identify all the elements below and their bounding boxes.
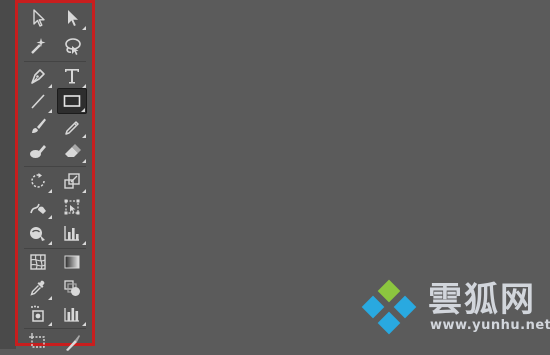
flyout-indicator (48, 322, 52, 326)
flyout-indicator (48, 189, 52, 193)
selection-arrow-icon (33, 9, 45, 27)
gradient-icon (64, 255, 80, 269)
tool-group-divider (24, 61, 86, 62)
blend-icon (64, 280, 80, 296)
paintbrush-icon (32, 118, 46, 133)
tool-row (21, 88, 89, 114)
watermark-url: www.yunhu.net (430, 318, 550, 333)
blob-brush-icon (30, 145, 46, 158)
pen-nib-icon (31, 69, 45, 84)
flyout-indicator (82, 189, 86, 193)
flyout-indicator (48, 296, 52, 300)
tools-panel (18, 3, 92, 351)
tool-row (21, 63, 89, 89)
live-paint-bucket-icon (31, 305, 44, 322)
gradient-tool-button[interactable] (57, 249, 87, 275)
line-segment-icon (31, 94, 45, 109)
direct-selection-tool-button[interactable] (57, 5, 87, 31)
tool-row (21, 220, 89, 246)
lasso-icon (65, 38, 81, 55)
symbol-sprayer-tool-button[interactable] (23, 220, 53, 246)
column-graph-icon (64, 226, 79, 241)
paintbrush-tool-button[interactable] (23, 113, 53, 139)
tool-row (21, 249, 89, 275)
pencil-tool-button[interactable] (57, 113, 87, 139)
left-edge-strip (0, 0, 16, 349)
selection-tool-button[interactable] (23, 5, 53, 31)
type-tool-button[interactable] (57, 63, 87, 89)
eyedropper-icon (30, 280, 45, 296)
rectangle-tool-button[interactable] (57, 88, 87, 114)
column-graph-tool-button[interactable] (57, 220, 87, 246)
site-watermark: 雲狐网 www.yunhu.net (356, 270, 550, 340)
column-graph-alt-tool-button[interactable] (57, 301, 87, 327)
flyout-indicator (48, 215, 52, 219)
artboard-tool-button[interactable] (23, 329, 53, 355)
free-transform-tool-button[interactable] (57, 194, 87, 220)
pencil-icon (65, 121, 79, 135)
type-t-icon (65, 69, 79, 84)
scale-icon (64, 173, 80, 189)
watermark-title: 雲狐网 (428, 280, 536, 320)
tool-row (21, 329, 89, 355)
tool-row (21, 301, 89, 327)
bar-graph-icon (64, 308, 79, 322)
line-segment-tool-button[interactable] (23, 88, 53, 114)
symbol-sprayer-icon (30, 227, 45, 241)
rotate-tool-button[interactable] (23, 168, 53, 194)
tool-row (21, 113, 89, 139)
pen-tool-button[interactable] (23, 63, 53, 89)
blob-brush-tool-button[interactable] (23, 138, 53, 164)
mesh-tool-button[interactable] (23, 249, 53, 275)
tool-row (21, 138, 89, 164)
eyedropper-tool-button[interactable] (23, 275, 53, 301)
flyout-indicator (82, 159, 86, 163)
direct-selection-arrow-icon (68, 10, 78, 26)
artboard-icon (29, 333, 45, 348)
blend-tool-button[interactable] (57, 275, 87, 301)
lasso-tool-button[interactable] (57, 33, 87, 59)
flyout-indicator (82, 241, 86, 245)
slice-knife-icon (66, 335, 80, 351)
flyout-indicator (81, 108, 85, 112)
tool-row (21, 168, 89, 194)
free-transform-icon (64, 199, 80, 215)
flyout-indicator (82, 26, 86, 30)
tool-group-divider (24, 166, 86, 167)
flyout-indicator (82, 322, 86, 326)
rotate-icon (31, 173, 45, 188)
scale-tool-button[interactable] (57, 168, 87, 194)
watermark-logo-icon (361, 279, 417, 335)
magic-wand-icon (31, 38, 46, 54)
warp-icon (30, 203, 46, 214)
tool-row (21, 33, 89, 59)
flyout-indicator (48, 241, 52, 245)
tool-row (21, 194, 89, 220)
magic-wand-tool-button[interactable] (23, 33, 53, 59)
tool-row (21, 5, 89, 31)
warp-tool-button[interactable] (23, 194, 53, 220)
mesh-icon (30, 254, 46, 270)
tool-row (21, 275, 89, 301)
rectangle-icon (63, 95, 81, 107)
live-paint-bucket-tool-button[interactable] (23, 301, 53, 327)
eraser-tool-button[interactable] (57, 138, 87, 164)
slice-tool-button[interactable] (57, 329, 87, 355)
eraser-icon (65, 144, 81, 157)
